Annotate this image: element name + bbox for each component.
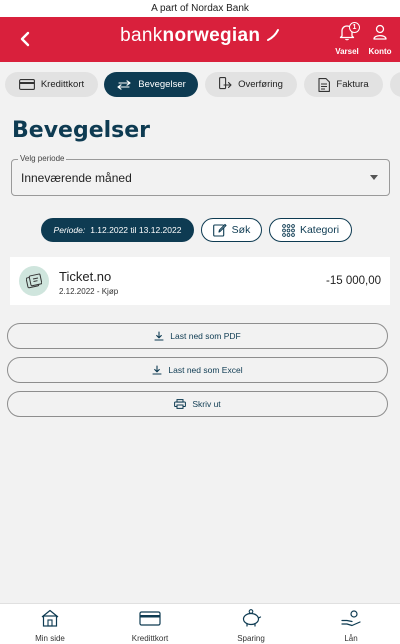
edit-pencil-icon	[212, 223, 227, 237]
logo-swoosh-icon	[266, 29, 279, 41]
nav-item-kredittkort[interactable]: Kredittkort	[110, 608, 190, 643]
period-chip-range: 1.12.2022 til 13.12.2022	[90, 225, 182, 235]
dropdown-caret-icon	[370, 175, 378, 180]
account-label: Konto	[368, 47, 392, 56]
download-icon	[152, 365, 162, 375]
print-label: Skriv ut	[192, 399, 221, 409]
tab-overforing[interactable]: Overføring	[205, 72, 297, 97]
credit-card-icon	[139, 611, 161, 626]
account-button[interactable]: Konto	[360, 23, 400, 56]
app-header: banknorwegian 1 Varsel Konto	[0, 17, 400, 62]
period-chip[interactable]: Periode: 1.12.2022 til 13.12.2022	[41, 218, 194, 242]
tab-label: Faktura	[336, 79, 369, 90]
nav-item-min-side[interactable]: Min side	[10, 608, 90, 643]
category-button[interactable]: Kategori	[269, 218, 352, 242]
tab-faktura[interactable]: Faktura	[304, 72, 383, 97]
search-button[interactable]: Søk	[201, 218, 262, 242]
logo-text-light: bank	[120, 25, 163, 46]
piggy-bank-icon	[242, 609, 262, 627]
nav-label: Kredittkort	[131, 634, 169, 643]
tab-kredittkort[interactable]: Kredittkort	[5, 72, 98, 97]
home-icon	[41, 609, 59, 627]
page-title: Bevegelser	[12, 118, 151, 143]
download-pdf-label: Last ned som PDF	[170, 331, 241, 341]
nordax-banner: A part of Nordax Bank	[0, 0, 400, 17]
notification-count-badge: 1	[349, 22, 360, 33]
download-excel-button[interactable]: Last ned som Excel	[7, 357, 388, 383]
tab-bevegelser[interactable]: Bevegelser	[104, 72, 198, 97]
credit-card-icon	[18, 79, 35, 90]
nav-label: Sparing	[237, 634, 265, 643]
user-icon	[373, 24, 387, 40]
nav-item-sparing[interactable]: Sparing	[211, 608, 291, 643]
transfer-icon	[219, 77, 232, 90]
download-pdf-button[interactable]: Last ned som PDF	[7, 323, 388, 349]
tab-more[interactable]	[390, 72, 400, 97]
tab-label: Bevegelser	[138, 79, 186, 90]
category-button-label: Kategori	[299, 224, 340, 236]
logo-text-bold: norwegian	[162, 25, 261, 46]
invoice-icon	[318, 77, 331, 92]
section-tabs: Kredittkort Bevegelser Overføring Faktur…	[0, 62, 400, 106]
ticket-icon	[26, 273, 42, 289]
nav-label: Lån	[344, 634, 358, 643]
download-icon	[154, 331, 164, 341]
loan-hand-icon	[341, 610, 361, 627]
transaction-detail: 2.12.2022 - Kjøp	[59, 287, 119, 296]
tab-label: Overføring	[238, 79, 283, 90]
transaction-merchant: Ticket.no	[59, 269, 112, 284]
transaction-avatar	[19, 266, 49, 296]
transaction-amount: -15 000,00	[326, 275, 381, 287]
transaction-row[interactable]: Ticket.no 2.12.2022 - Kjøp -15 000,00	[10, 257, 390, 305]
period-select-value: Inneværende måned	[21, 171, 132, 185]
period-chip-prefix: Periode:	[53, 225, 86, 235]
bottom-navigation: Min side Kredittkort Sparing Lån	[0, 603, 400, 644]
period-select-legend: Velg periode	[18, 154, 67, 163]
print-button[interactable]: Skriv ut	[7, 391, 388, 417]
nav-label: Min side	[35, 634, 65, 643]
tab-label: Kredittkort	[40, 79, 85, 90]
transfer-arrows-icon	[117, 79, 131, 90]
download-excel-label: Last ned som Excel	[168, 365, 243, 375]
period-select[interactable]: Velg periode Inneværende måned	[11, 154, 390, 196]
search-button-label: Søk	[231, 224, 251, 236]
nav-item-lan[interactable]: Lån	[311, 608, 391, 643]
grid-dots-icon	[282, 223, 295, 237]
printer-icon	[174, 399, 187, 409]
